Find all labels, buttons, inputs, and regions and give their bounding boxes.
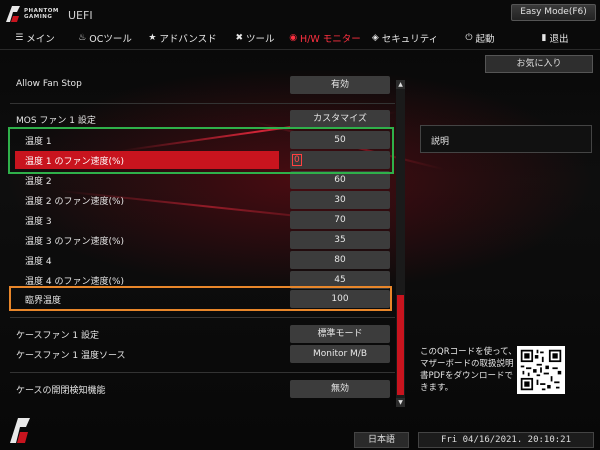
shield-icon: ◈ [371,33,379,43]
phantom-gaming-logo: PHANTOM GAMING UEFI [4,4,124,26]
menu-hw-monitor[interactable]: ◉ H/W モニター [285,27,365,49]
menu-label: セキュリティ [381,34,439,45]
monitor-icon: ◉ [289,33,298,43]
setting-temp4-fan-speed[interactable]: 温度 4 のファン速度(%) 45 [10,271,395,289]
exit-icon: ▮ [541,33,547,43]
edit-cursor: 0 [292,154,302,166]
language-button[interactable]: 日本語 [354,432,409,448]
menu-tool[interactable]: ✖ ツール [225,27,285,49]
setting-mos-fan1-mode[interactable]: MOS ファン 1 設定 カスタマイズ [10,110,395,128]
setting-value[interactable]: カスタマイズ [290,110,390,128]
divider [10,372,395,373]
top-header: PHANTOM GAMING UEFI Easy Mode(F6) ☰ メイン … [0,0,600,50]
setting-temp3-fan-speed[interactable]: 温度 3 のファン速度(%) 35 [10,231,395,249]
setting-label: ケースファン 1 設定 [16,331,99,341]
setting-temp1[interactable]: 温度 1 50 [10,131,395,149]
setting-value[interactable]: 35 [290,231,390,249]
scrollbar-thumb[interactable] [397,295,404,395]
menu-exit[interactable]: ▮ 退出 [515,27,595,49]
star-icon: ★ [148,33,157,43]
description-title: 説明 [431,137,450,147]
setting-value[interactable]: 有効 [290,76,390,94]
datetime-display: Fri 04/16/2021. 20:10:21 [418,432,594,448]
setting-critical-temp[interactable]: 臨界温度 100 [10,290,395,308]
list-icon: ☰ [15,33,24,43]
uefi-label: UEFI [68,9,93,22]
menu-boot[interactable]: ⏻ 起動 [445,27,515,49]
flame-icon: ♨ [78,33,87,43]
menu-label: メイン [26,34,55,45]
menu-label: 退出 [549,34,569,45]
setting-label: 温度 4 のファン速度(%) [25,277,125,287]
setting-label: Allow Fan Stop [16,79,82,89]
setting-temp1-fan-speed[interactable]: 温度 1 のファン速度(%) 0 [10,151,395,169]
setting-label: 温度 3 [25,217,52,227]
setting-label: 臨界温度 [25,296,62,306]
setting-value[interactable]: 60 [290,171,390,189]
setting-label: 温度 3 のファン速度(%) [25,237,125,247]
main-menu: ☰ メイン ♨ OCツール ★ アドバンスド ✖ ツール ◉ H/W モニター … [0,27,600,49]
setting-value[interactable]: 標準モード [290,325,390,343]
scroll-up-arrow-icon[interactable]: ▲ [396,80,405,89]
setting-value[interactable]: 100 [290,290,390,308]
setting-label: 温度 1 のファン速度(%) [25,157,125,167]
setting-value[interactable]: 80 [290,251,390,269]
setting-label: 温度 4 [25,257,52,267]
setting-chassis-intrusion[interactable]: ケースの開閉検知機能 無効 [10,380,395,398]
menu-label: OCツール [89,34,132,45]
setting-value[interactable]: 50 [290,131,390,149]
setting-temp2[interactable]: 温度 2 60 [10,171,395,189]
brand-line2: GAMING [24,14,53,20]
menu-advanced[interactable]: ★ アドバンスド [140,27,225,49]
setting-value-input[interactable]: 0 [290,151,390,169]
setting-temp2-fan-speed[interactable]: 温度 2 のファン速度(%) 30 [10,191,395,209]
menu-security[interactable]: ◈ セキュリティ [365,27,445,49]
menu-oc-tool[interactable]: ♨ OCツール [70,27,140,49]
setting-case-fan1-mode[interactable]: ケースファン 1 設定 標準モード [10,325,395,343]
phantom-gaming-logo-icon [6,6,20,22]
qr-code-icon [517,346,565,394]
setting-label: ケースファン 1 温度ソース [16,351,126,361]
setting-value[interactable]: 70 [290,211,390,229]
favorites-button[interactable]: お気に入り [485,55,593,73]
power-icon: ⏻ [465,33,473,43]
setting-label: MOS ファン 1 設定 [16,116,96,126]
description-panel: 説明 [420,125,592,153]
setting-temp4[interactable]: 温度 4 80 [10,251,395,269]
qr-description-text: このQRコードを使って、マザーボードの取扱説明書PDFをダウンロードできます。 [420,347,517,393]
setting-label: 温度 1 [25,137,52,147]
setting-case-fan1-temp-source[interactable]: ケースファン 1 温度ソース Monitor M/B [10,345,395,363]
wrench-icon: ✖ [235,33,244,43]
menu-label: アドバンスド [159,34,217,45]
setting-temp3[interactable]: 温度 3 70 [10,211,395,229]
menu-label: 起動 [475,34,495,45]
easy-mode-button[interactable]: Easy Mode(F6) [511,4,596,21]
setting-value[interactable]: Monitor M/B [290,345,390,363]
divider [10,317,395,318]
setting-value[interactable]: 無効 [290,380,390,398]
setting-allow-fan-stop[interactable]: Allow Fan Stop 有効 [10,76,395,94]
setting-label: ケースの開閉検知機能 [16,386,106,396]
setting-label: 温度 2 のファン速度(%) [25,197,125,207]
setting-value[interactable]: 30 [290,191,390,209]
menu-label: ツール [246,34,275,45]
menu-main[interactable]: ☰ メイン [0,27,70,49]
divider [10,103,395,104]
phantom-gaming-footer-logo-icon [10,418,30,443]
setting-value[interactable]: 45 [290,271,390,289]
menu-label: H/W モニター [300,34,361,45]
setting-label: 温度 2 [25,177,52,187]
scroll-down-arrow-icon[interactable]: ▼ [396,398,405,407]
